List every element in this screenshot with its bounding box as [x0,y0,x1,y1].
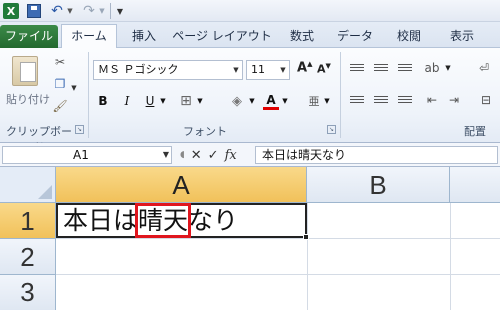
copy-dropdown-icon[interactable]: ▼ [66,80,82,96]
decrease-indent-icon[interactable]: ⇤ [424,92,440,108]
font-group-label: フォント [183,125,227,138]
font-launcher-icon[interactable]: ↘ [327,125,336,134]
cell-a1[interactable]: 本日は晴天なり [56,203,307,238]
worksheet-grid: A B 1 2 3 本日は晴天なり [0,167,500,310]
chevron-down-icon[interactable]: ▼ [196,92,204,110]
excel-icon[interactable]: X [3,3,19,19]
tab-review[interactable]: 校閲 [388,25,430,48]
gridline [56,274,500,275]
gridline [56,238,500,239]
paste-button-label[interactable]: 貼り付け [6,91,50,107]
font-size-value: 11 [251,63,265,76]
wrap-text-icon[interactable]: ⏎ [476,60,492,76]
group-separator [88,52,89,138]
chevron-down-icon[interactable]: ▼ [440,60,456,76]
font-color-icon[interactable]: A [263,92,279,110]
font-name-combo[interactable]: ＭＳ Ｐゴシック ▼ [93,60,243,80]
align-left-icon[interactable] [350,94,364,106]
chevron-down-icon[interactable]: ▼ [163,147,169,163]
font-name-value: ＭＳ Ｐゴシック [98,63,179,76]
formula-bar: A1 ▼ ◖ ✕ ✓ fx 本日は晴天なり [0,143,500,167]
phonetic-guide-icon[interactable]: 亜 [305,92,323,110]
gridline [450,203,451,310]
chevron-down-icon[interactable]: ▼ [231,61,241,79]
formula-buttons: ◖ ✕ ✓ fx [180,146,237,164]
column-header-a[interactable]: A [56,167,307,203]
select-all-button[interactable] [0,167,56,203]
row-header-2[interactable]: 2 [0,239,56,275]
chevron-down-icon[interactable]: ▼ [159,92,167,110]
chevron-down-icon[interactable]: ▼ [248,92,256,110]
save-icon[interactable] [27,4,41,18]
highlighted-text: 晴天 [135,203,192,238]
name-box-value: A1 [73,148,89,162]
tab-insert[interactable]: 挿入 [124,25,164,48]
cut-icon[interactable]: ✂ [52,54,68,70]
chevron-down-icon[interactable]: ▼ [281,92,289,110]
paste-icon[interactable] [12,56,38,86]
undo-icon[interactable]: ↶ [50,3,64,19]
underline-button[interactable]: U [143,92,157,110]
formula-input[interactable]: 本日は晴天なり [255,146,498,164]
bold-button[interactable]: B [96,92,110,110]
grow-font-icon[interactable]: A▲ [297,60,312,75]
fill-handle[interactable] [303,234,309,240]
font-size-combo[interactable]: 11 ▼ [246,60,290,80]
clipboard-launcher-icon[interactable]: ↘ [75,125,84,134]
orientation-icon[interactable]: ab [424,60,440,76]
quick-access-toolbar: X ↶ ▼ ↷ ▼ ▼ [0,0,500,22]
align-bottom-icon[interactable] [398,62,412,74]
italic-button[interactable]: I [120,92,134,110]
row-header-3[interactable]: 3 [0,275,56,310]
undo-dropdown-icon[interactable]: ▼ [66,3,74,19]
tab-page-layout[interactable]: ページ レイアウト [172,25,272,48]
tab-formulas[interactable]: 数式 [280,25,324,48]
customize-toolbar-icon[interactable]: ▼ [115,3,125,19]
toolbar-separator [110,3,111,19]
tab-home[interactable]: ホーム [61,24,117,49]
alignment-group-label: 配置 [464,125,486,138]
name-box[interactable]: A1 ▼ [2,146,172,164]
cell-text: なり [188,206,239,235]
align-middle-icon[interactable] [374,62,388,74]
cancel-icon[interactable]: ✕ [191,148,202,163]
merge-center-icon[interactable]: ⊟ [478,92,494,108]
align-center-icon[interactable] [374,94,388,106]
tab-view[interactable]: 表示 [440,25,484,48]
enter-icon[interactable]: ✓ [208,148,219,163]
group-separator [340,52,341,138]
align-top-icon[interactable] [350,62,364,74]
align-right-icon[interactable] [398,94,412,106]
ribbon-tabs: ファイル ホーム 挿入 ページ レイアウト 数式 データ 校閲 表示 [0,22,500,49]
insert-function-icon[interactable]: fx [225,148,237,163]
column-header-c[interactable] [450,167,500,203]
tab-data[interactable]: データ [330,25,380,48]
increase-indent-icon[interactable]: ⇥ [446,92,462,108]
chevron-down-icon[interactable]: ▼ [323,92,331,110]
column-header-b[interactable]: B [307,167,450,203]
gridline [307,203,308,310]
redo-dropdown-icon[interactable]: ▼ [98,3,106,19]
format-painter-icon[interactable]: 🖌 [52,98,68,114]
fill-color-icon[interactable]: ◈ [228,92,246,110]
tab-file[interactable]: ファイル [0,25,58,48]
borders-icon[interactable]: ⊞ [178,92,194,110]
row-header-1[interactable]: 1 [0,203,56,239]
cell-text: 本日は [63,206,139,235]
chevron-down-icon[interactable]: ▼ [278,61,288,79]
expand-handle-icon[interactable]: ◖ [180,150,185,160]
ribbon: 貼り付け ✂ ❐ ▼ 🖌 クリップボード ↘ ＭＳ Ｐゴシック ▼ 11 ▼ A… [0,48,500,154]
redo-icon[interactable]: ↷ [82,3,96,19]
shrink-font-icon[interactable]: A▼ [317,62,331,76]
